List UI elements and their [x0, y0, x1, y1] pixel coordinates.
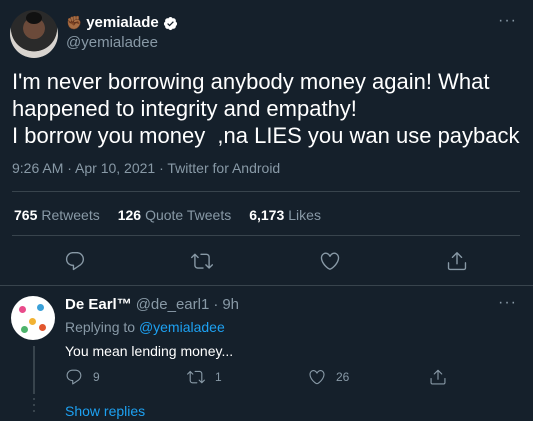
- retweets-stat[interactable]: 765 Retweets: [14, 207, 100, 223]
- reply-text: You mean lending money...: [65, 343, 234, 359]
- author-avatar[interactable]: [10, 10, 58, 58]
- like-icon[interactable]: [319, 250, 341, 272]
- tweet-text-line: happened to integrity and empathy!: [12, 96, 357, 121]
- share-icon[interactable]: [446, 250, 468, 272]
- verified-badge-icon: [163, 16, 177, 30]
- more-options-icon[interactable]: ···: [498, 294, 517, 312]
- divider: [12, 191, 520, 192]
- tweet-timestamp[interactable]: 9:26 AM · Apr 10, 2021 · Twitter for And…: [12, 160, 280, 176]
- thread-dots: [33, 392, 35, 416]
- fist-emoji: ✊🏾: [66, 15, 83, 30]
- author-name-row[interactable]: ✊🏾 yemialade: [66, 14, 178, 32]
- reply-time[interactable]: 9h: [222, 296, 239, 313]
- retweet-icon: [187, 370, 205, 384]
- divider: [12, 235, 520, 236]
- likes-stat[interactable]: 6,173 Likes: [249, 207, 321, 223]
- like-count: 26: [336, 370, 350, 384]
- quote-tweets-stat[interactable]: 126 Quote Tweets: [118, 207, 232, 223]
- tweet-text: I'm never borrowing anybody money again!…: [12, 68, 522, 149]
- reply-icon[interactable]: [64, 250, 86, 272]
- thread-line: [33, 346, 35, 394]
- like-icon: [309, 370, 325, 385]
- tweet-text-line: I borrow you money ,na LIES you wan use …: [12, 123, 520, 148]
- reply-icon: [66, 369, 82, 385]
- engagement-stats: 765 Retweets 126 Quote Tweets 6,173 Likes: [14, 207, 321, 223]
- share-icon: [430, 369, 446, 385]
- retweet-count: 1: [215, 370, 222, 384]
- reply-count: 9: [93, 370, 100, 384]
- tweet-actions: [0, 250, 533, 274]
- author-display-name[interactable]: yemialade: [86, 14, 159, 32]
- show-replies-link[interactable]: Show replies: [65, 403, 145, 419]
- replying-to-link[interactable]: @yemialadee: [139, 319, 225, 335]
- divider: [0, 285, 533, 286]
- more-options-icon[interactable]: ···: [498, 12, 517, 30]
- tweet-text-line: I'm never borrowing anybody money again!…: [12, 69, 490, 94]
- replying-to: Replying to @yemialadee: [65, 319, 225, 335]
- reply-actions: 9 1 26: [65, 368, 525, 388]
- retweet-icon[interactable]: [191, 250, 213, 272]
- reply-handle[interactable]: @de_earl1: [136, 296, 210, 313]
- author-handle[interactable]: @yemialadee: [66, 34, 158, 51]
- reply-avatar[interactable]: [11, 296, 55, 340]
- reply-author-row[interactable]: De Earl™ @de_earl1 · 9h: [65, 296, 239, 313]
- reply-display-name[interactable]: De Earl™: [65, 296, 132, 313]
- separator-dot: ·: [213, 296, 219, 313]
- reply-retweet-button[interactable]: 1: [187, 368, 222, 386]
- reply-reply-button[interactable]: 9: [65, 368, 100, 386]
- reply-share-button[interactable]: [429, 368, 447, 386]
- reply-like-button[interactable]: 26: [308, 368, 349, 386]
